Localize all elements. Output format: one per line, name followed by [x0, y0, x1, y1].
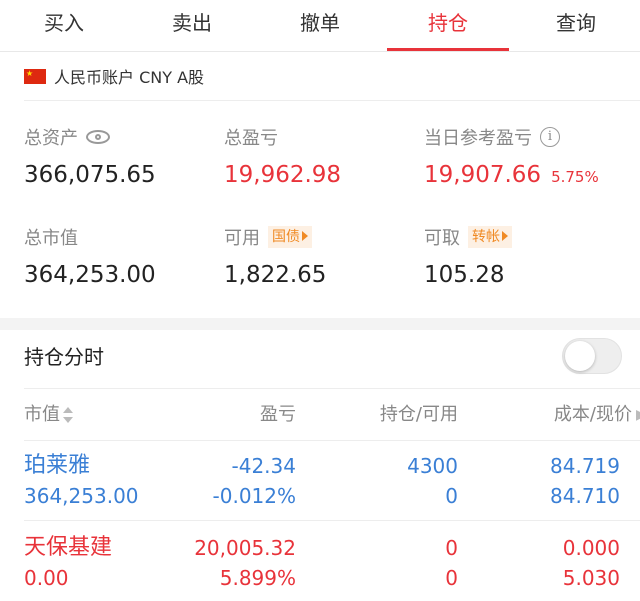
- table-row[interactable]: 天保基建 0.00 20,005.32 5.899% 0 0 0.000 5.0…: [0, 532, 640, 601]
- table-header: 市值 盈亏 持仓/可用 成本/现价▶: [0, 400, 640, 430]
- market-value: 总市值 364,253.00: [24, 224, 156, 288]
- daily-pnl-label: 当日参考盈亏: [424, 128, 532, 149]
- sort-icon: [63, 407, 73, 423]
- tab-positions[interactable]: 持仓: [384, 0, 512, 51]
- stock-market-value: 0.00: [24, 566, 69, 590]
- divider: [24, 520, 640, 521]
- market-value-value: 364,253.00: [24, 262, 156, 288]
- available-value: 1,822.65: [224, 262, 327, 288]
- available-funds: 可用 国债 1,822.65: [224, 224, 326, 288]
- stock-pnl-pct: -0.012%: [212, 484, 296, 508]
- stock-price: 84.710: [550, 484, 620, 508]
- transfer-button[interactable]: 转帐: [468, 226, 512, 248]
- withdrawable-label: 可取: [424, 228, 460, 249]
- header-pnl: 盈亏: [260, 404, 296, 425]
- market-value-label: 总市值: [24, 228, 78, 249]
- tab-query[interactable]: 查询: [512, 0, 640, 51]
- trade-tabs: 买入 卖出 撤单 持仓 查询: [0, 0, 640, 52]
- total-assets-label: 总资产: [24, 128, 78, 149]
- divider: [24, 100, 640, 101]
- stock-cost: 0.000: [562, 536, 620, 560]
- header-market-value[interactable]: 市值: [24, 400, 73, 430]
- stock-pnl-pct: 5.899%: [219, 566, 296, 590]
- total-pnl-value: 19,962.98: [224, 162, 342, 188]
- stock-cost: 84.719: [550, 454, 620, 478]
- stock-pnl: -42.34: [231, 454, 296, 478]
- eye-icon[interactable]: [86, 130, 110, 144]
- positions-timeline-title: 持仓分时: [24, 345, 104, 369]
- stock-available: 0: [445, 484, 458, 508]
- daily-pnl: 当日参考盈亏 i 19,907.66 5.75%: [424, 124, 599, 188]
- daily-pnl-value: 19,907.66: [424, 162, 542, 188]
- available-label: 可用: [224, 228, 260, 249]
- cn-flag-icon: ★: [24, 68, 46, 84]
- withdrawable-value: 105.28: [424, 262, 505, 288]
- divider: [24, 388, 640, 389]
- divider: [24, 440, 640, 441]
- tab-sell[interactable]: 卖出: [128, 0, 256, 51]
- total-pnl: 总盈亏 19,962.98: [224, 124, 341, 188]
- header-cost-price[interactable]: 成本/现价▶: [554, 400, 640, 430]
- treasury-bond-button[interactable]: 国债: [268, 226, 312, 248]
- daily-pnl-pct: 5.75%: [551, 168, 599, 186]
- header-position: 持仓/可用: [379, 404, 458, 425]
- tab-buy[interactable]: 买入: [0, 0, 128, 51]
- stock-pnl: 20,005.32: [194, 536, 296, 560]
- stock-available: 0: [445, 566, 458, 590]
- account-selector[interactable]: ★ 人民币账户 CNY A股: [24, 64, 204, 88]
- stock-position: 4300: [407, 454, 458, 478]
- total-assets: 总资产 366,075.65: [24, 124, 156, 188]
- withdrawable-funds: 可取 转帐 105.28: [424, 224, 512, 288]
- chevron-right-icon: ▶: [636, 400, 640, 430]
- positions-timeline-toggle[interactable]: [562, 338, 622, 374]
- total-assets-value: 366,075.65: [24, 162, 156, 188]
- table-row[interactable]: 珀莱雅 364,253.00 -42.34 -0.012% 4300 0 84.…: [0, 450, 640, 530]
- stock-position: 0: [445, 536, 458, 560]
- account-label: 人民币账户 CNY A股: [54, 68, 205, 87]
- section-gap: [0, 318, 640, 330]
- stock-price: 5.030: [562, 566, 620, 590]
- tab-cancel[interactable]: 撤单: [256, 0, 384, 51]
- stock-name: 珀莱雅: [24, 453, 91, 478]
- stock-market-value: 364,253.00: [24, 484, 139, 508]
- total-pnl-label: 总盈亏: [224, 128, 278, 149]
- stock-name: 天保基建: [24, 535, 113, 560]
- info-icon[interactable]: i: [540, 127, 560, 147]
